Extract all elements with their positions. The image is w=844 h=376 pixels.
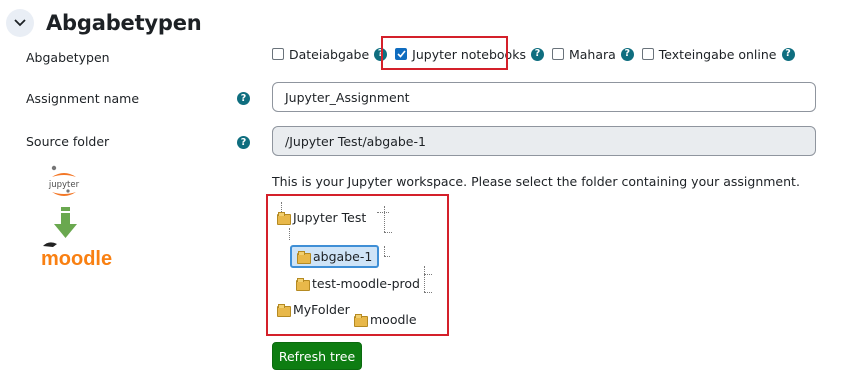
svg-text:jupyter: jupyter <box>48 180 80 190</box>
folder-icon <box>277 212 291 225</box>
assignment-name-label: Assignment name <box>26 91 140 106</box>
folder-icon <box>277 304 291 317</box>
type-mahara[interactable]: Mahara ? <box>551 46 634 62</box>
type-file-submission[interactable]: Dateiabgabe ? <box>272 46 388 62</box>
help-icon[interactable]: ? <box>237 92 250 105</box>
file-submission-label: Dateiabgabe <box>289 46 370 62</box>
tree-node-label: MyFolder <box>293 302 350 317</box>
tree-node-label: Jupyter Test <box>293 210 367 225</box>
workspace-hint: This is your Jupyter workspace. Please s… <box>272 174 800 189</box>
folder-icon <box>354 314 368 327</box>
help-icon[interactable]: ? <box>781 47 795 61</box>
tree-node-test-moodle-prod[interactable]: test-moodle-prod <box>296 276 420 291</box>
jupyter-highlight-box <box>381 36 508 70</box>
moodle-logo: moodle <box>41 242 112 270</box>
tree-node-moodle[interactable]: moodle <box>354 312 417 327</box>
refresh-tree-button[interactable]: Refresh tree <box>272 342 362 370</box>
jupyter-moodle-logo: jupyter moodle <box>30 160 130 270</box>
tree-node-label: moodle <box>370 312 417 327</box>
tree-node-abgabe-1[interactable]: abgabe-1 <box>290 245 380 268</box>
submission-types-group: Dateiabgabe ? Jupyter notebooks ? Mahara… <box>272 44 803 64</box>
chevron-down-icon[interactable] <box>6 9 34 37</box>
file-submission-checkbox[interactable] <box>272 48 284 60</box>
assignment-name-input[interactable]: Jupyter_Assignment <box>272 82 816 112</box>
submission-types-label: Abgabetypen <box>26 50 110 65</box>
help-icon[interactable]: ? <box>237 136 250 149</box>
source-folder-input: /Jupyter Test/abgabe-1 <box>272 126 816 156</box>
online-text-label: Texteingabe online <box>658 46 777 62</box>
section-title: Abgabetypen <box>46 11 202 35</box>
help-icon[interactable]: ? <box>620 47 634 61</box>
tree-node-myfolder[interactable]: MyFolder <box>277 302 350 317</box>
tree-node-jupyter-test[interactable]: Jupyter Test <box>277 210 366 225</box>
arrow-down-icon <box>54 207 77 238</box>
tree-node-label: test-moodle-prod <box>312 276 420 291</box>
source-folder-label: Source folder <box>26 134 110 149</box>
section-header: Abgabetypen <box>6 6 202 40</box>
folder-icon <box>297 251 311 264</box>
online-text-checkbox[interactable] <box>641 48 654 60</box>
mahara-label: Mahara <box>568 46 616 62</box>
type-online-text[interactable]: Texteingabe online ? <box>641 46 795 62</box>
jupyter-logo: jupyter <box>48 165 80 196</box>
svg-text:moodle: moodle <box>41 248 112 270</box>
mahara-checkbox[interactable] <box>551 48 564 60</box>
help-icon[interactable]: ? <box>530 47 544 61</box>
tree-node-label: abgabe-1 <box>313 249 373 264</box>
folder-icon <box>296 278 310 291</box>
